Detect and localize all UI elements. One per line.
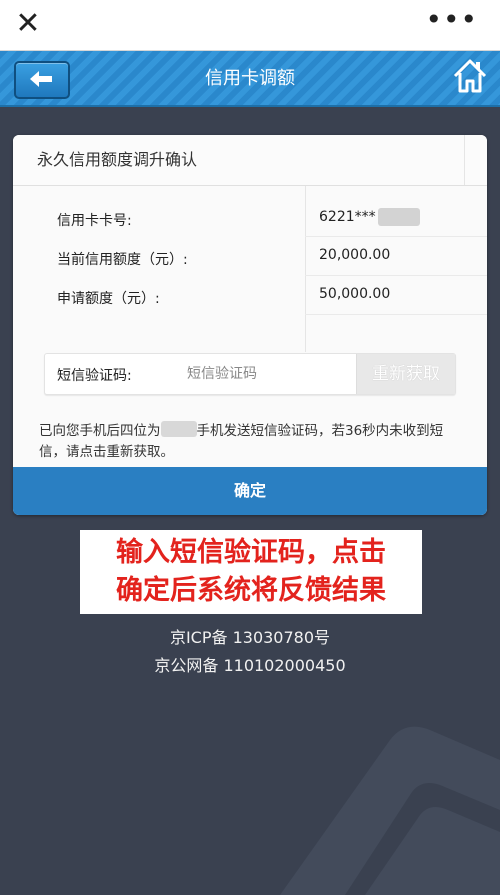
- current-limit-label: 当前信用额度（元）:: [57, 252, 188, 268]
- card-title: 永久信用额度调升确认: [13, 135, 487, 186]
- confirm-card: 永久信用额度调升确认 信用卡卡号: 6221*** 当前信用额度（元）: 20,…: [13, 135, 487, 515]
- card-spacer-lower: [13, 315, 487, 352]
- icp-record: 京ICP备 13030780号: [169, 628, 331, 647]
- card-spacer: [13, 186, 487, 198]
- sms-code-label: 短信验证码:: [57, 368, 132, 384]
- sms-code-group: 短信验证码: 重新获取: [44, 353, 456, 395]
- card-number-label: 信用卡卡号:: [57, 213, 132, 229]
- bank-logo-watermark-icon: [280, 726, 500, 895]
- masked-phone-digits: [160, 421, 197, 437]
- home-button[interactable]: [452, 57, 488, 99]
- card-number-row: 信用卡卡号: 6221***: [13, 198, 487, 237]
- card-number-value: 6221***: [319, 208, 420, 226]
- page-header: 信用卡调额: [0, 51, 500, 107]
- instruction-overlay: 输入短信验证码，点击 确定后系统将反馈结果: [80, 530, 422, 614]
- current-limit-value: 20,000.00: [319, 247, 391, 263]
- resend-code-button[interactable]: 重新获取: [356, 354, 455, 394]
- current-limit-row: 当前信用额度（元）: 20,000.00: [13, 237, 487, 276]
- requested-limit-label: 申请额度（元）:: [57, 291, 160, 307]
- close-icon[interactable]: ✕: [14, 9, 42, 39]
- sms-notice-text-1: 已向您手机后四位为: [39, 423, 161, 439]
- sms-code-input[interactable]: [185, 363, 349, 385]
- instruction-line-2: 确定后系统将反馈结果: [116, 575, 386, 606]
- more-icon[interactable]: •••: [425, 6, 478, 34]
- police-record: 京公网备 110102000450: [154, 656, 346, 675]
- masked-digits: [377, 208, 420, 226]
- home-icon: [453, 59, 487, 93]
- instruction-line-1: 输入短信验证码，点击: [116, 537, 386, 568]
- requested-limit-value: 50,000.00: [319, 286, 391, 302]
- confirm-button[interactable]: 确定: [13, 467, 487, 515]
- requested-limit-row: 申请额度（元）: 50,000.00: [13, 276, 487, 315]
- browser-top-bar: ✕ •••: [0, 0, 500, 51]
- sms-notice: 已向您手机后四位为 手机发送短信验证码，若36秒内未收到短信，请点击重新获取。: [39, 421, 469, 463]
- page-title: 信用卡调额: [205, 68, 295, 89]
